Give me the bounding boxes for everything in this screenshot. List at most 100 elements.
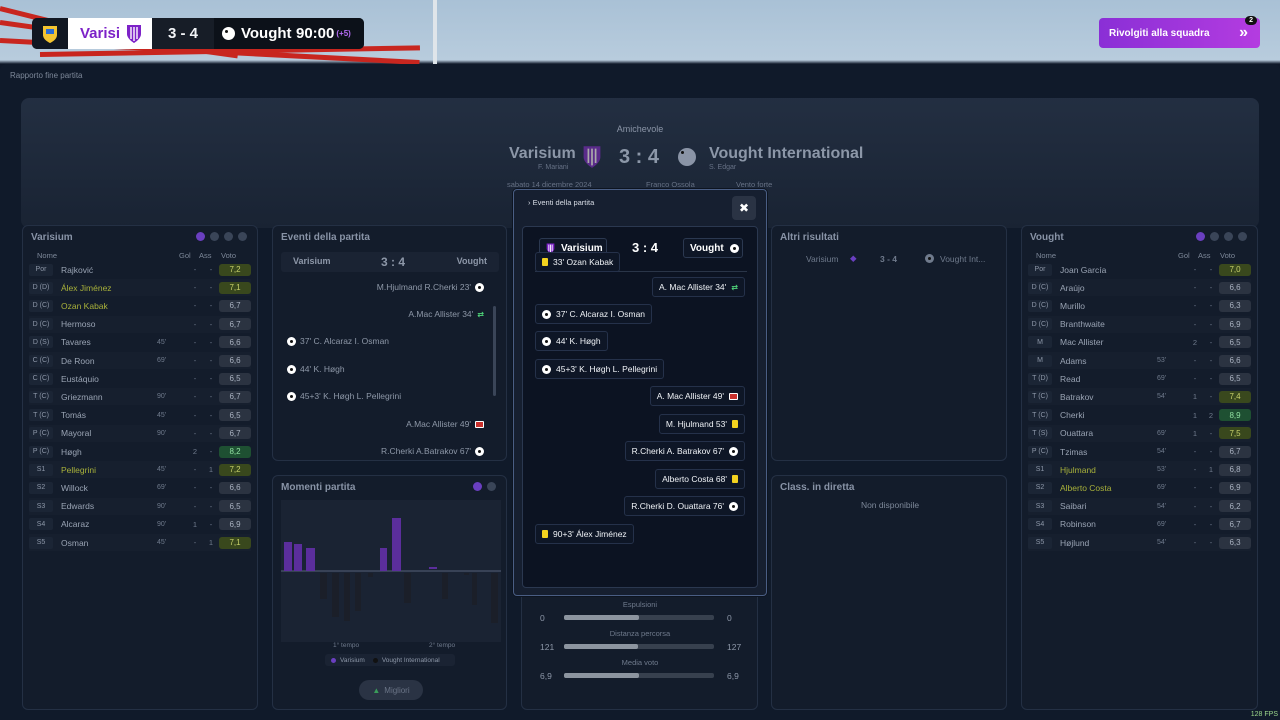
player-row[interactable]: D (C) Araújo - -6,6 (1028, 279, 1251, 296)
team-talk-label: Rivolgiti alla squadra (1109, 27, 1210, 39)
event-text: A. Mac Allister 49' (656, 391, 724, 401)
player-row[interactable]: D (D) Álex Jiménez - -7,1 (29, 279, 251, 296)
close-icon: ✖ (738, 201, 750, 215)
panel-page-dots[interactable] (473, 482, 496, 491)
panel-page-dots[interactable] (1196, 232, 1247, 241)
event-text: M.Hjulmand R.Cherki 23' (376, 282, 471, 292)
player-rating: 7,5 (1219, 427, 1251, 440)
player-position: S1 (1028, 463, 1052, 476)
events-scrollbar[interactable] (493, 306, 496, 396)
player-row[interactable]: T (C) Cherki 1 2 8,9 (1028, 407, 1251, 424)
player-name: Álex Jiménez (61, 282, 112, 293)
modal-event-row[interactable]: 37' C. Alcaraz I. Osman (535, 304, 653, 324)
player-position: T (D) (1028, 372, 1052, 385)
player-assists: 2 (1208, 410, 1214, 420)
modal-event-row[interactable]: A. Mac Allister 34' ⇄ (652, 277, 745, 297)
player-name: Mac Allister (1060, 337, 1104, 348)
player-row[interactable]: D (S) Tavares 45' - -6,6 (29, 334, 251, 351)
player-assists: - (1209, 283, 1213, 293)
live-table-empty: Non disponibile (860, 500, 920, 510)
panel-title: Class. in diretta (780, 482, 855, 493)
substitution-minute: 69' (1157, 375, 1167, 383)
player-row[interactable]: D (C) Murillo - -6,3 (1028, 297, 1251, 314)
substitution-minute: 54' (1157, 448, 1167, 455)
player-rating: 6,5 (219, 372, 251, 385)
player-row[interactable]: S1 Pellegrini 45' - 1 7,2 (29, 461, 251, 478)
yellow-card-icon (732, 475, 738, 483)
player-goals: - (1193, 265, 1197, 274)
modal-event-row[interactable]: Alberto Costa 68' (655, 469, 745, 489)
player-row[interactable]: T (C) Griezmann 90' - -6,7 (29, 388, 251, 405)
player-row[interactable]: D (C) Hermoso - -6,7 (29, 316, 251, 333)
modal-event-row[interactable]: M. Hjulmand 53' (658, 414, 745, 434)
player-row[interactable]: C (C) Eustáquio - -6,5 (29, 370, 251, 387)
substitution-minute: 69' (1157, 484, 1167, 492)
player-row[interactable]: C (C) De Roon 69' - -6,6 (29, 352, 251, 369)
player-row[interactable]: P (C) Mayoral 90' - -6,7 (29, 425, 251, 442)
goal-icon (287, 336, 296, 346)
player-name: Willock (61, 482, 88, 493)
modal-event-row[interactable]: 45+3' K. Høgh L. Pellegrini (535, 359, 665, 379)
player-rating: 6,2 (1219, 500, 1251, 513)
yellow-card-icon (542, 530, 548, 538)
match-momentum-chart (281, 500, 501, 642)
result-row[interactable]: Varisium ◆ 3 - 4 Vought Int... (788, 250, 993, 268)
player-row[interactable]: S2 Alberto Costa 69' - -6,9 (1028, 479, 1251, 496)
modal-event-row[interactable]: A. Mac Allister 49' (649, 386, 745, 406)
player-row[interactable]: S4 Robinson 69' - -6,7 (1028, 516, 1251, 533)
player-goals: - (1193, 319, 1197, 329)
team-talk-button[interactable]: Rivolgiti alla squadra » 2 (1099, 16, 1260, 48)
player-row[interactable]: T (C) Batrakov 54' 1 -7,4 (1028, 388, 1251, 405)
player-position: P (C) (1028, 445, 1052, 458)
player-row[interactable]: M Mac Allister 2 -6,5 (1028, 334, 1251, 351)
player-row[interactable]: T (S) Ouattara 69' 1 -7,5 (1028, 425, 1251, 442)
player-row[interactable]: S3 Saibari 54' - -6,2 (1028, 498, 1251, 515)
event-row: 44' K. Høgh (287, 364, 345, 374)
player-position: S2 (1028, 481, 1052, 494)
player-goals: - (193, 283, 197, 293)
player-row[interactable]: S4 Alcaraz 90' 1 -6,9 (29, 516, 251, 533)
player-row[interactable]: T (C) Tomás 45' - -6,5 (29, 407, 251, 424)
modal-event-row[interactable]: R.Cherki D. Ouattara 76' (624, 496, 745, 516)
player-row[interactable]: S5 Højlund 54' - -6,3 (1028, 534, 1251, 551)
player-row[interactable]: Por Joan García - -7,0 (1028, 261, 1251, 278)
other-results-panel: Altri risultati Varisium ◆ 3 - 4 Vought … (771, 225, 1007, 461)
player-row[interactable]: P (C) Tzimas 54' - -6,7 (1028, 443, 1251, 460)
modal-event-row[interactable]: 90+3' Álex Jiménez (535, 524, 634, 544)
player-name: Tavares (61, 337, 91, 348)
player-row[interactable]: S1 Hjulmand 53' - 1 6,8 (1028, 461, 1251, 478)
substitution-minute: 45' (157, 411, 167, 419)
player-position: S1 (29, 463, 53, 476)
col-goals: Gol (179, 251, 191, 260)
player-row[interactable]: S5 Osman 45' - 1 7,1 (29, 534, 251, 551)
player-row[interactable]: Por Rajković - -7,2 (29, 261, 251, 278)
modal-event-row[interactable]: R.Cherki A. Batrakov 67' (624, 441, 745, 461)
panel-page-dots[interactable] (196, 232, 247, 241)
result-home: Varisium (806, 254, 839, 264)
player-name: Griezmann (61, 391, 103, 402)
player-row[interactable]: T (D) Read 69' - -6,5 (1028, 370, 1251, 387)
substitution-icon: ⇄ (477, 309, 484, 319)
substitution-minute: 54' (1157, 502, 1167, 510)
player-row[interactable]: S2 Willock 69' - -6,6 (29, 479, 251, 496)
modal-event-row[interactable]: 44' K. Høgh (535, 331, 608, 351)
close-button[interactable]: ✖ (732, 196, 756, 220)
player-position: C (C) (29, 354, 53, 367)
player-rating: 8,2 (219, 445, 251, 458)
event-text: 37' C. Alcaraz I. Osman (300, 336, 390, 346)
events-list[interactable]: Varisium 3 : 4 Vought 33' Ozan Kabak A. M… (522, 226, 758, 588)
player-name: Rajković (61, 264, 94, 275)
player-position: M (1028, 336, 1052, 349)
best-players-button[interactable]: ▲ Migliori (359, 680, 423, 700)
modal-title-text: Eventi della partita (532, 198, 595, 207)
player-row[interactable]: D (C) Ozan Kabak - -6,7 (29, 297, 251, 314)
player-rating: 6,7 (1219, 445, 1251, 458)
player-row[interactable]: S3 Edwards 90' - -6,5 (29, 498, 251, 515)
player-row[interactable]: P (C) Høgh 2 -8,2 (29, 443, 251, 460)
player-rating: 7,2 (219, 263, 251, 276)
player-row[interactable]: D (C) Branthwaite - -6,9 (1028, 316, 1251, 333)
clock-time: 90:00 (296, 25, 335, 42)
player-assists: - (1209, 447, 1213, 456)
modal-event-row[interactable]: 33' Ozan Kabak (535, 252, 621, 272)
player-row[interactable]: M Adams 53' - -6,6 (1028, 352, 1251, 369)
